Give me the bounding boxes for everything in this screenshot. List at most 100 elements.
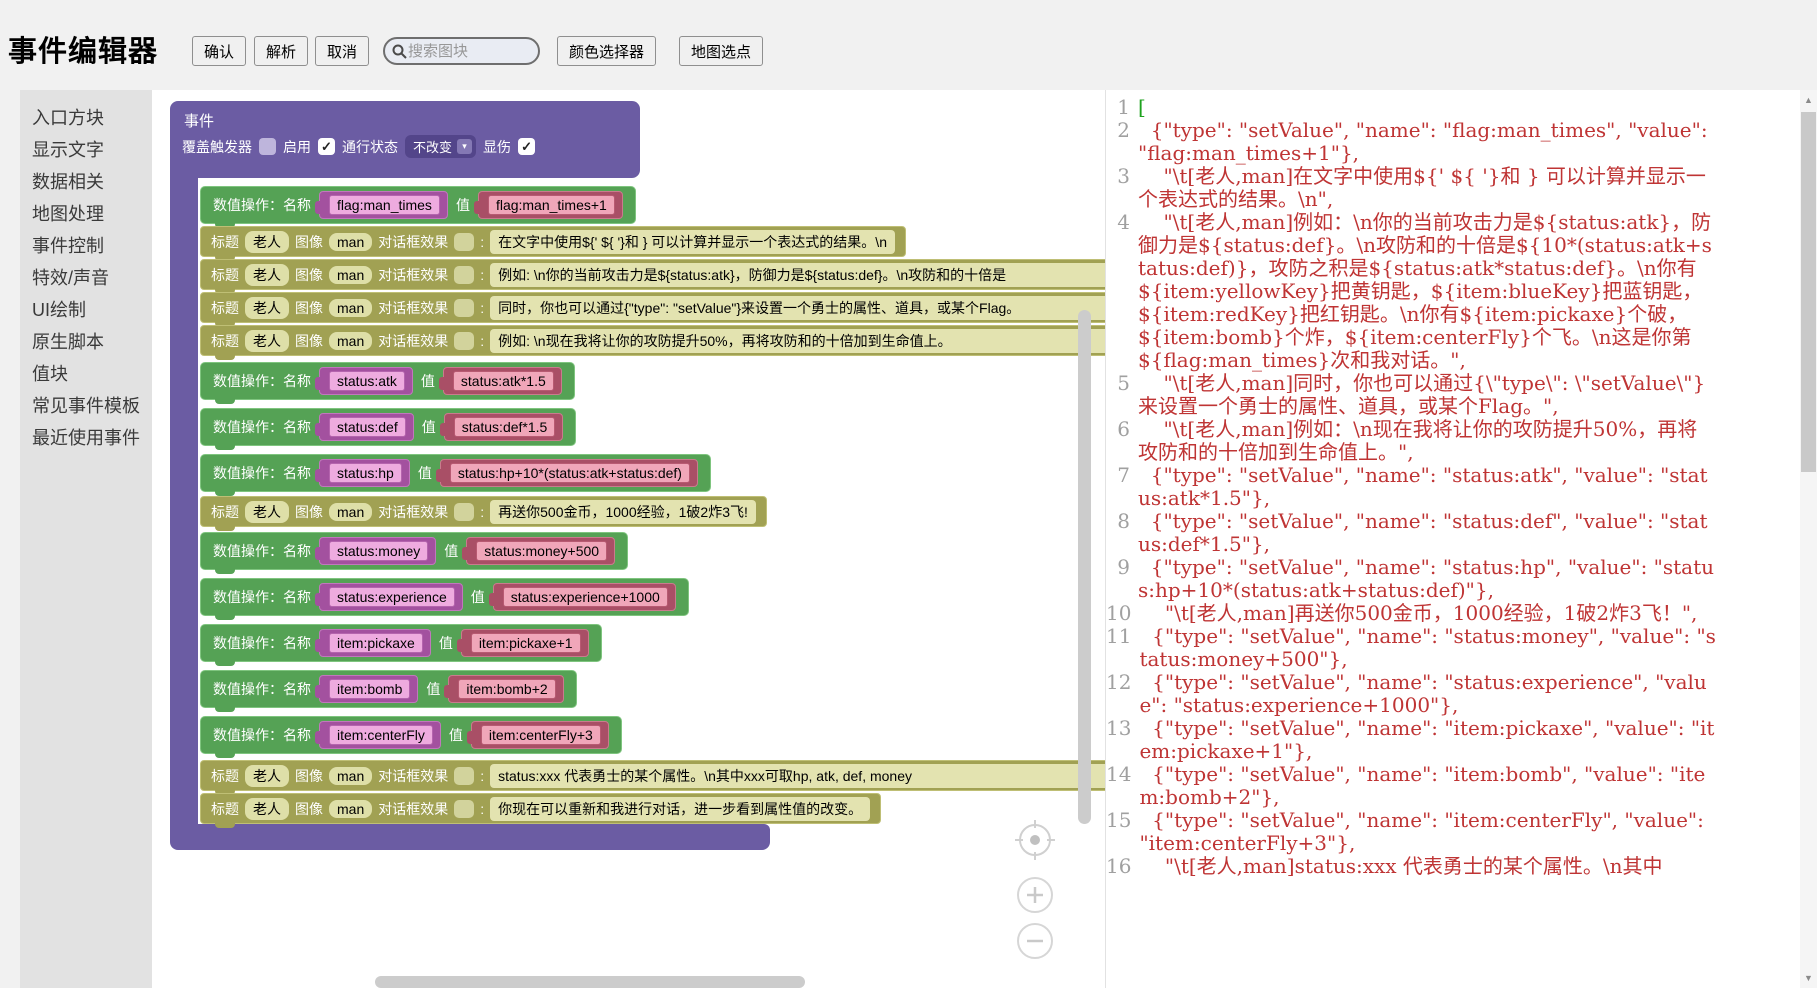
search-input[interactable]	[408, 43, 523, 60]
value-field[interactable]: status:experience+1000	[503, 587, 668, 607]
pass-state-dropdown[interactable]: 不改变 ▾	[405, 135, 476, 158]
code-line[interactable]: 12 {"type": "setValue", "name": "status:…	[1106, 671, 1717, 717]
message-field[interactable]: status:xxx 代表勇士的某个属性。\n其中xxx可取hp, atk, d…	[490, 764, 1105, 788]
code-line[interactable]: 10 "\t[老人,man]再送你500金币，1000经验，1破2炸3飞！",	[1106, 602, 1717, 625]
name-slot[interactable]: flag:man_times	[319, 191, 448, 219]
value-field[interactable]: item:bomb+2	[458, 679, 555, 699]
code-scrollbar[interactable]: ▲ ▼	[1800, 90, 1817, 988]
code-line[interactable]: 6 "\t[老人,man]例如：\n现在我将让你的攻防提升50%，再将攻防和的十…	[1106, 418, 1717, 464]
block-setvalue[interactable]: 数值操作：名称 status:experience 值 status:exper…	[200, 578, 689, 616]
display-damage-checkbox[interactable]: ✓	[518, 138, 535, 155]
name-slot[interactable]: status:experience	[319, 583, 463, 611]
name-field[interactable]: flag:man_times	[329, 195, 440, 215]
code-line[interactable]: 7 {"type": "setValue", "name": "status:a…	[1106, 464, 1717, 510]
block-setvalue[interactable]: 数值操作：名称 item:centerFly 值 item:centerFly+…	[200, 716, 622, 754]
name-field[interactable]: item:pickaxe	[329, 633, 423, 653]
value-slot[interactable]: item:bomb+2	[448, 675, 563, 703]
value-slot[interactable]: item:pickaxe+1	[461, 629, 589, 657]
message-field[interactable]: 例如: \n现在我将让你的攻防提升50%，再将攻防和的十倍加到生命值上。	[490, 329, 1105, 353]
name-slot[interactable]: item:centerFly	[319, 721, 441, 749]
effect-field[interactable]	[454, 332, 474, 350]
name-slot[interactable]: item:pickaxe	[319, 629, 431, 657]
json-code-editor[interactable]: 1 [ 2 {"type": "setValue", "name": "flag…	[1105, 90, 1817, 988]
code-line[interactable]: 1 [	[1106, 96, 1717, 119]
image-field[interactable]: man	[329, 332, 372, 350]
code-line[interactable]: 8 {"type": "setValue", "name": "status:d…	[1106, 510, 1717, 556]
zoom-out-button[interactable]	[1018, 924, 1052, 958]
name-field[interactable]: status:experience	[329, 587, 455, 607]
block-text[interactable]: 标题 老人 图像 man 对话框效果 : status:xxx 代表勇士的某个属…	[200, 760, 1105, 791]
image-field[interactable]: man	[329, 266, 372, 284]
scroll-down-arrow-icon[interactable]: ▼	[1800, 970, 1817, 986]
title-field[interactable]: 老人	[245, 330, 289, 352]
message-field[interactable]: 你现在可以重新和我进行对话，进一步看到属性值的改变。	[490, 797, 870, 821]
parse-button[interactable]: 解析	[254, 36, 308, 66]
override-trigger-checkbox[interactable]	[259, 138, 276, 155]
code-line[interactable]: 9 {"type": "setValue", "name": "status:h…	[1106, 556, 1717, 602]
canvas-horizontal-scrollbar[interactable]	[375, 976, 805, 988]
name-slot[interactable]: item:bomb	[319, 675, 418, 703]
zoom-reset-button[interactable]	[1015, 820, 1055, 860]
name-field[interactable]: status:money	[329, 541, 428, 561]
value-slot[interactable]: status:experience+1000	[493, 583, 676, 611]
name-field[interactable]: status:hp	[329, 463, 402, 483]
block-setvalue[interactable]: 数值操作：名称 item:bomb 值 item:bomb+2	[200, 670, 577, 708]
code-line[interactable]: 4 "\t[老人,man]例如：\n你的当前攻击力是${status:atk}，…	[1106, 211, 1717, 372]
image-field[interactable]: man	[329, 299, 372, 317]
message-field[interactable]: 再送你500金币，1000经验，1破2炸3飞!	[490, 500, 756, 524]
sidebar-category-item[interactable]: 值块	[20, 358, 152, 390]
value-slot[interactable]: status:def*1.5	[444, 413, 564, 441]
sidebar-category-item[interactable]: 入口方块	[20, 102, 152, 134]
name-field[interactable]: item:bomb	[329, 679, 410, 699]
name-field[interactable]: status:atk	[329, 371, 405, 391]
image-field[interactable]: man	[329, 800, 372, 818]
image-field[interactable]: man	[329, 233, 372, 251]
code-scrollbar-thumb[interactable]	[1801, 112, 1816, 472]
value-field[interactable]: status:def*1.5	[454, 417, 556, 437]
block-text[interactable]: 标题 老人 图像 man 对话框效果 : 例如: \n你的当前攻击力是${sta…	[200, 259, 1105, 290]
message-field[interactable]: 例如: \n你的当前攻击力是${status:atk}，防御力是${status…	[490, 263, 1105, 287]
value-field[interactable]: item:pickaxe+1	[471, 633, 581, 653]
effect-field[interactable]	[454, 767, 474, 785]
confirm-button[interactable]: 确认	[192, 36, 246, 66]
effect-field[interactable]	[454, 800, 474, 818]
block-setvalue[interactable]: 数值操作：名称 status:def 值 status:def*1.5	[200, 408, 576, 446]
effect-field[interactable]	[454, 503, 474, 521]
value-slot[interactable]: flag:man_times+1	[478, 191, 623, 219]
name-slot[interactable]: status:money	[319, 537, 436, 565]
code-line[interactable]: 2 {"type": "setValue", "name": "flag:man…	[1106, 119, 1717, 165]
code-line[interactable]: 5 "\t[老人,man]同时，你也可以通过{\"type\": \"setVa…	[1106, 372, 1717, 418]
block-search-box[interactable]	[383, 37, 540, 65]
value-slot[interactable]: status:money+500	[466, 537, 615, 565]
value-field[interactable]: status:hp+10*(status:atk+status:def)	[450, 463, 690, 483]
value-slot[interactable]: item:centerFly+3	[471, 721, 609, 749]
block-setvalue[interactable]: 数值操作：名称 status:money 值 status:money+500	[200, 532, 628, 570]
value-field[interactable]: status:money+500	[476, 541, 607, 561]
block-setvalue[interactable]: 数值操作：名称 item:pickaxe 值 item:pickaxe+1	[200, 624, 602, 662]
name-slot[interactable]: status:def	[319, 413, 414, 441]
sidebar-category-item[interactable]: 常见事件模板	[20, 390, 152, 422]
name-field[interactable]: status:def	[329, 417, 406, 437]
title-field[interactable]: 老人	[245, 501, 289, 523]
code-line[interactable]: 11 {"type": "setValue", "name": "status:…	[1106, 625, 1717, 671]
effect-field[interactable]	[454, 299, 474, 317]
message-field[interactable]: 在文字中使用${' ${ '}和 } 可以计算并显示一个表达式的结果。\n	[490, 230, 895, 254]
title-field[interactable]: 老人	[245, 264, 289, 286]
enable-checkbox[interactable]: ✓	[318, 138, 335, 155]
image-field[interactable]: man	[329, 503, 372, 521]
sidebar-category-item[interactable]: 显示文字	[20, 134, 152, 166]
zoom-in-button[interactable]	[1018, 878, 1052, 912]
blockly-workspace[interactable]: 事件 覆盖触发器 启用 ✓ 通行状态 不改变 ▾ 显伤 ✓ 数值操作：名称 fl…	[152, 90, 1105, 988]
sidebar-category-item[interactable]: UI绘制	[20, 294, 152, 326]
code-line[interactable]: 14 {"type": "setValue", "name": "item:bo…	[1106, 763, 1717, 809]
effect-field[interactable]	[454, 233, 474, 251]
map-pick-button[interactable]: 地图选点	[679, 36, 763, 66]
sidebar-category-item[interactable]: 特效/声音	[20, 262, 152, 294]
title-field[interactable]: 老人	[245, 798, 289, 820]
block-setvalue[interactable]: 数值操作：名称 status:hp 值 status:hp+10*(status…	[200, 454, 711, 492]
value-slot[interactable]: status:hp+10*(status:atk+status:def)	[440, 459, 698, 487]
scroll-up-arrow-icon[interactable]: ▲	[1800, 92, 1817, 108]
value-field[interactable]: status:atk*1.5	[453, 371, 554, 391]
image-field[interactable]: man	[329, 767, 372, 785]
value-slot[interactable]: status:atk*1.5	[443, 367, 562, 395]
